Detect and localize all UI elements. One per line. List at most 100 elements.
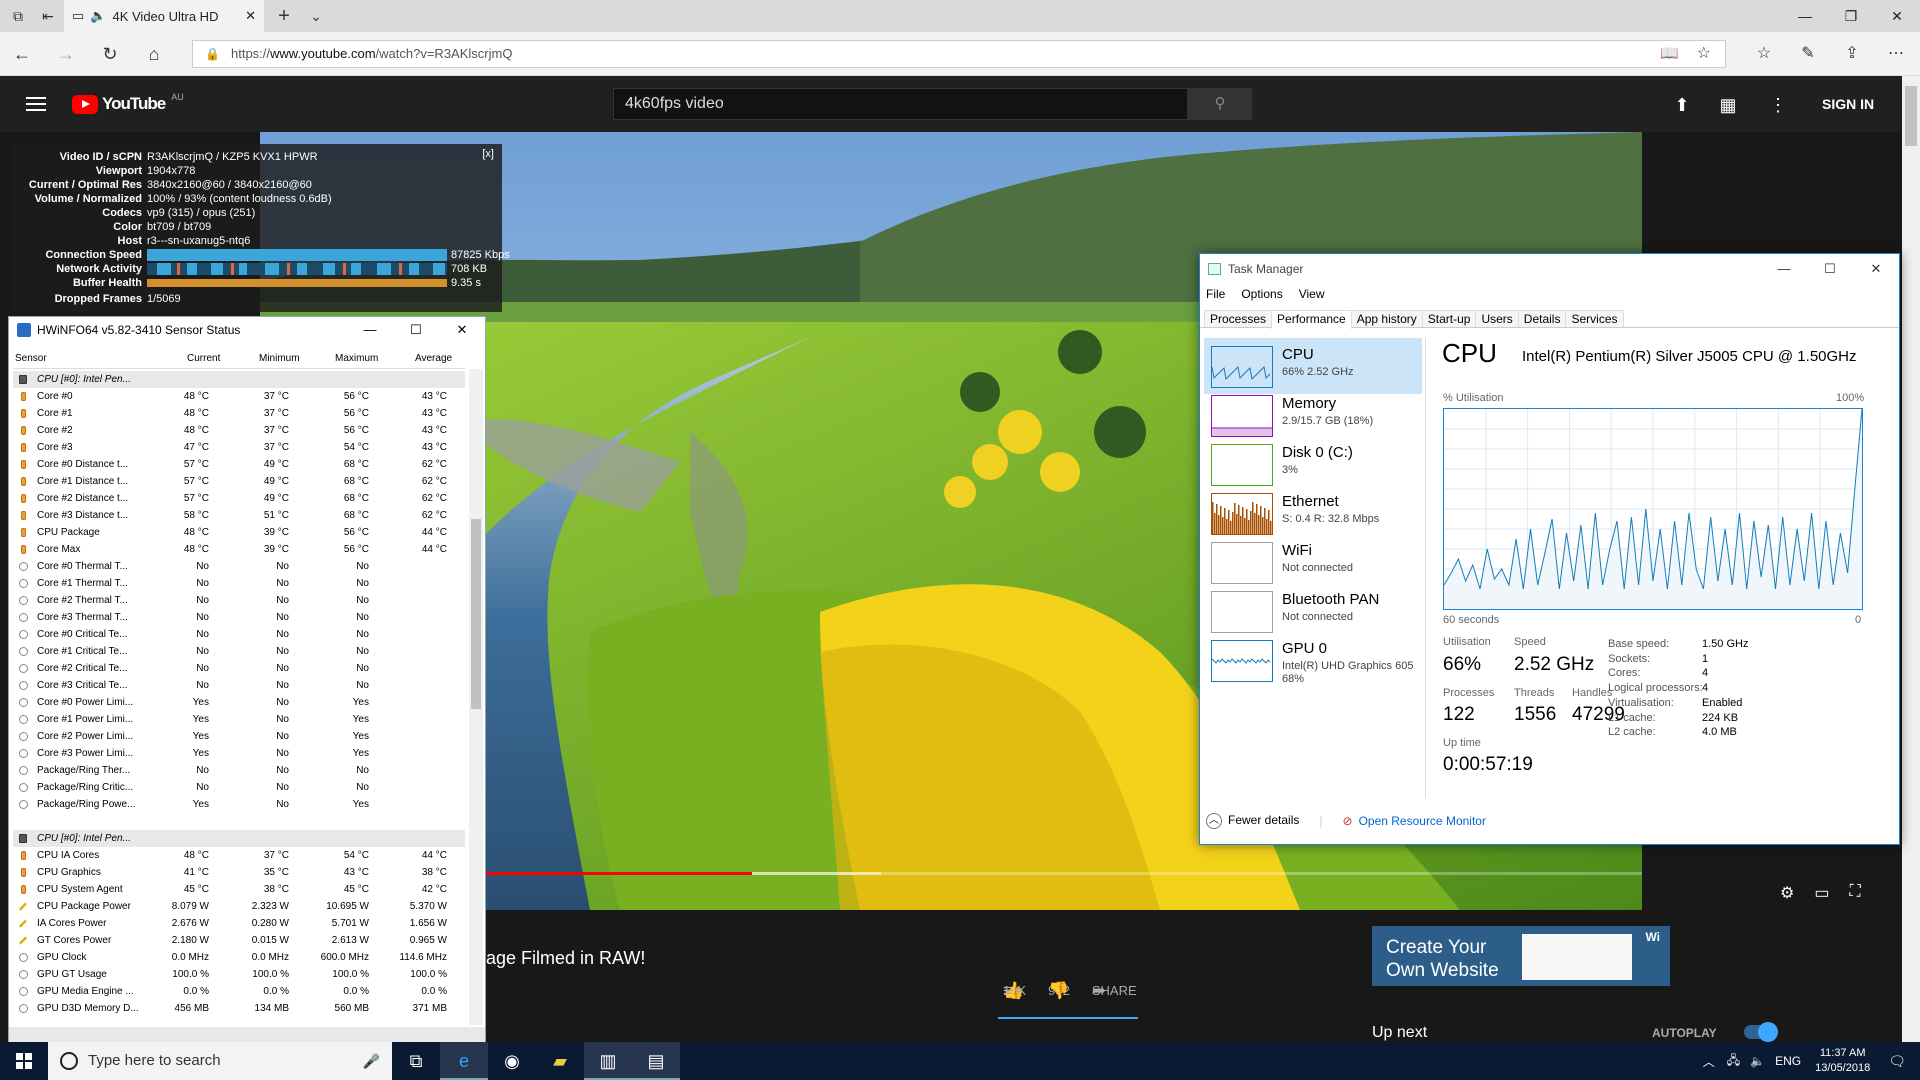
sensor-row[interactable]: GPU Media Engine ... 0.0 % 0.0 % 0.0 % 0.0 % [13, 983, 465, 1000]
file-explorer-icon[interactable]: ▰ [536, 1042, 584, 1080]
close-tab-icon[interactable]: ✕ [245, 8, 256, 24]
windows-start-icon[interactable] [0, 1042, 48, 1080]
more-actions-icon[interactable]: ⋯ [1003, 981, 1020, 1001]
task-view-icon[interactable]: ⧉ [392, 1042, 440, 1080]
fewer-details-button[interactable]: ︿ Fewer details [1206, 813, 1299, 829]
tab-services[interactable]: Services [1565, 310, 1624, 327]
tray-chevron-icon[interactable]: ︿ [1703, 1053, 1715, 1070]
sensor-row[interactable]: Core #3 Distance t... 58 °C 51 °C 68 °C 62 °… [13, 507, 465, 524]
sensor-row[interactable]: GPU Clock 0.0 MHz 0.0 MHz 600.0 MHz 114.6 MH… [13, 949, 465, 966]
action-center-icon[interactable]: 🗨 [1888, 1053, 1906, 1070]
sensor-row[interactable]: CPU Package Power 8.079 W 2.323 W 10.695 W 5… [13, 898, 465, 915]
minimize-icon[interactable]: — [1782, 0, 1828, 32]
tm-menu-file[interactable]: File [1206, 287, 1225, 301]
network-icon[interactable]: 🖧 [1727, 1051, 1740, 1072]
apps-grid-icon[interactable]: ▦ [1717, 94, 1739, 116]
sensor-row[interactable]: Core #0 Critical Te... No No No [13, 626, 465, 643]
tab-details[interactable]: Details [1517, 310, 1567, 327]
sensor-group-row[interactable]: CPU [#0]: Intel Pen... [13, 371, 465, 388]
col-minimum[interactable]: Minimum [259, 353, 300, 364]
sensor-row[interactable]: CPU System Agent 45 °C 38 °C 45 °C 42 °C [13, 881, 465, 898]
chrome-icon[interactable]: ◉ [488, 1042, 536, 1080]
open-resource-monitor-link[interactable]: ⊘ Open Resource Monitor [1343, 814, 1486, 828]
sensor-group-row[interactable]: CPU [#0]: Intel Pen... [13, 830, 465, 847]
taskbar-search-box[interactable]: Type here to search 🎤 [48, 1042, 392, 1080]
dislike-button[interactable]: 👎 952 [1048, 981, 1070, 1000]
hwinfo-maximize-icon[interactable]: ☐ [393, 317, 439, 343]
page-scrollbar[interactable] [1902, 76, 1920, 1042]
sensor-row[interactable]: CPU Graphics 41 °C 35 °C 43 °C 38 °C [13, 864, 465, 881]
sensor-row[interactable]: Core Max 48 °C 39 °C 56 °C 44 °C [13, 541, 465, 558]
sensor-row[interactable]: Core #2 Thermal T... No No No [13, 592, 465, 609]
edge-icon[interactable]: e [440, 1042, 488, 1080]
col-current[interactable]: Current [187, 353, 220, 364]
fullscreen-icon[interactable]: ⛶ [1849, 883, 1860, 905]
tab-users[interactable]: Users [1475, 310, 1519, 327]
tm-resource-disk-0-c-[interactable]: Disk 0 (C:) 3% [1204, 436, 1422, 492]
sensor-row[interactable]: Core #1 48 °C 37 °C 56 °C 43 °C [13, 405, 465, 422]
new-tab-icon[interactable]: + [274, 6, 294, 26]
sensor-row[interactable]: IA Cores Power 2.676 W 0.280 W 5.701 W 1.656… [13, 915, 465, 932]
sensor-row[interactable]: Core #2 Critical Te... No No No [13, 660, 465, 677]
favorite-star-icon[interactable]: ☆ [1697, 41, 1711, 67]
more-icon[interactable]: ⋯ [1884, 42, 1908, 66]
microphone-icon[interactable]: 🎤 [363, 1042, 380, 1080]
home-icon[interactable]: ⌂ [144, 44, 164, 64]
tm-minimize-icon[interactable]: — [1761, 254, 1807, 284]
tm-resource-bluetooth-pan[interactable]: Bluetooth PAN Not connected [1204, 583, 1422, 639]
sensor-row[interactable]: Core #3 Thermal T... No No No [13, 609, 465, 626]
address-bar[interactable]: 🔒 https://www.youtube.com/watch?v=R3AKls… [192, 40, 1726, 68]
sensor-row[interactable]: Core #2 Power Limi... Yes No Yes [13, 728, 465, 745]
youtube-logo[interactable]: YouTube AU [72, 92, 184, 116]
tm-resource-memory[interactable]: Memory 2.9/15.7 GB (18%) [1204, 387, 1422, 443]
col-average[interactable]: Average [415, 353, 452, 364]
tm-resource-cpu[interactable]: CPU 66% 2.52 GHz [1204, 338, 1422, 394]
share-icon[interactable]: ⇪ [1840, 42, 1864, 66]
sensor-row[interactable]: GPU D3D Memory D... 456 MB 134 MB 560 MB 371… [13, 1000, 465, 1017]
tab-app-history[interactable]: App history [1350, 310, 1423, 327]
browser-tab[interactable]: ▭ 🔈 4K Video Ultra HD ✕ [64, 0, 264, 32]
tm-maximize-icon[interactable]: ☐ [1807, 254, 1853, 284]
back-arrow-icon[interactable]: ← [12, 44, 32, 64]
share-button[interactable]: ➦ SHARE [1092, 981, 1137, 1000]
sensor-row[interactable]: Core #1 Thermal T... No No No [13, 575, 465, 592]
reading-view-icon[interactable]: 📖 [1660, 41, 1679, 67]
sensor-row[interactable]: Core #0 Power Limi... Yes No Yes [13, 694, 465, 711]
col-maximum[interactable]: Maximum [335, 353, 378, 364]
hwinfo-close-icon[interactable]: ✕ [439, 317, 485, 343]
sensor-row[interactable]: Package/Ring Critic... No No No [13, 779, 465, 796]
search-button[interactable]: ⚲ [1188, 88, 1252, 120]
tm-resource-ethernet[interactable]: Ethernet S: 0.4 R: 32.8 Mbps [1204, 485, 1422, 541]
sensor-row[interactable]: Core #1 Critical Te... No No No [13, 643, 465, 660]
hwinfo-taskbar-icon[interactable]: ▥ [584, 1042, 632, 1080]
hwinfo-minimize-icon[interactable]: — [347, 317, 393, 343]
tab-processes[interactable]: Processes [1204, 310, 1273, 327]
volume-icon[interactable]: 🔈 [1750, 1054, 1765, 1068]
tab-start-up[interactable]: Start-up [1421, 310, 1477, 327]
sensor-row[interactable]: GPU GT Usage 100.0 % 100.0 % 100.0 % 100.0 % [13, 966, 465, 983]
sensor-row[interactable]: Core #2 Distance t... 57 °C 49 °C 68 °C 62 °… [13, 490, 465, 507]
close-window-icon[interactable]: ✕ [1874, 0, 1920, 32]
tab-performance[interactable]: Performance [1271, 310, 1352, 329]
sensor-row[interactable]: Core #1 Distance t... 57 °C 49 °C 68 °C 62 °… [13, 473, 465, 490]
col-sensor[interactable]: Sensor [15, 353, 47, 364]
pen-icon[interactable]: ✎ [1796, 42, 1820, 66]
sensor-row[interactable]: Core #1 Power Limi... Yes No Yes [13, 711, 465, 728]
refresh-icon[interactable]: ↻ [100, 44, 120, 64]
theater-mode-icon[interactable]: ▭ [1814, 883, 1829, 905]
autoplay-toggle[interactable] [1744, 1022, 1778, 1042]
sensor-row[interactable]: CPU IA Cores 48 °C 37 °C 54 °C 44 °C [13, 847, 465, 864]
sensor-row[interactable]: Core #0 Thermal T... No No No [13, 558, 465, 575]
language-indicator[interactable]: ENG [1775, 1054, 1801, 1068]
hamburger-menu-icon[interactable] [26, 94, 46, 114]
tm-titlebar[interactable]: Task Manager — ☐ ✕ [1200, 254, 1899, 284]
taskbar-clock[interactable]: 11:37 AM 13/05/2018 [1815, 1046, 1870, 1076]
tab-list-chevron-icon[interactable]: ⌄ [306, 6, 326, 26]
tm-close-icon[interactable]: ✕ [1853, 254, 1899, 284]
ad-banner[interactable]: Create Your Own Website Wi [1372, 926, 1670, 986]
sensor-row[interactable]: Core #0 Distance t... 57 °C 49 °C 68 °C 62 °… [13, 456, 465, 473]
upload-icon[interactable]: ⬆ [1671, 94, 1693, 116]
sensor-row[interactable]: Core #3 47 °C 37 °C 54 °C 43 °C [13, 439, 465, 456]
forward-arrow-icon[interactable]: → [56, 44, 76, 64]
sensor-row[interactable]: Core #3 Power Limi... Yes No Yes [13, 745, 465, 762]
